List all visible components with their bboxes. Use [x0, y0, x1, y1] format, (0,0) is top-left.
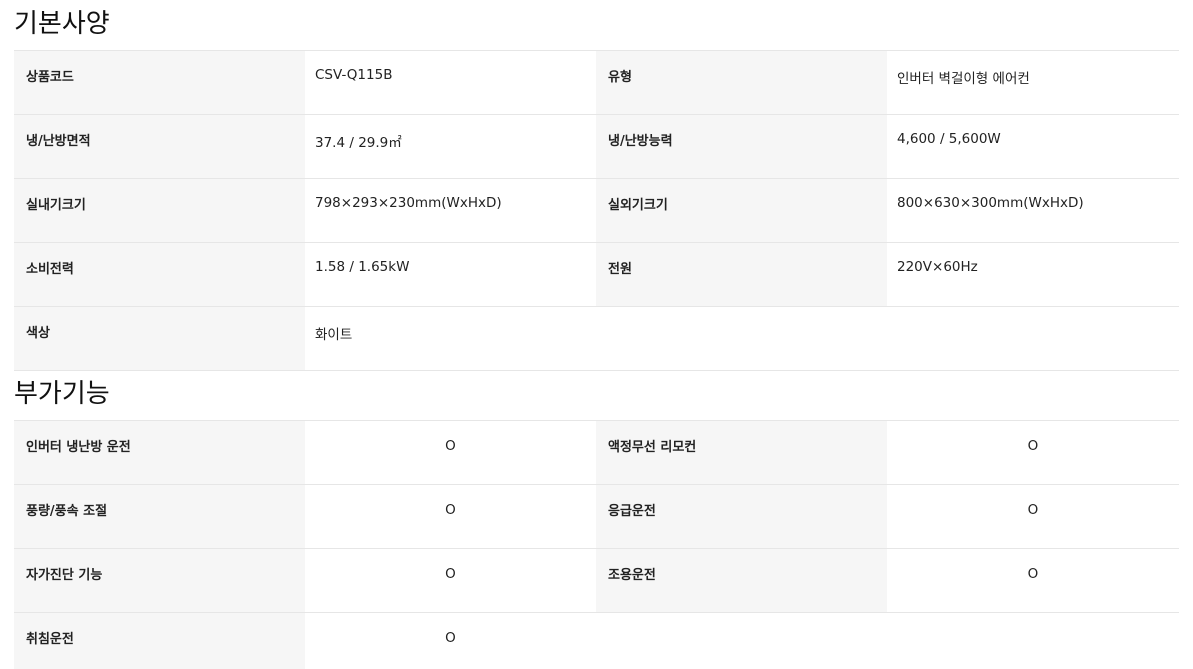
feature-value: O [305, 420, 596, 485]
empty-cell [887, 306, 1179, 371]
feature-label: 인버터 냉난방 운전 [14, 420, 305, 485]
table-row: 냉/난방면적 37.4 / 29.9㎡ 냉/난방능력 4,600 / 5,600… [14, 114, 1179, 179]
spec-value: 37.4 / 29.9㎡ [305, 114, 596, 179]
spec-value: 798×293×230mm(WxHxD) [305, 178, 596, 243]
spec-value: 1.58 / 1.65kW [305, 242, 596, 307]
spec-value: 4,600 / 5,600W [887, 114, 1179, 179]
table-row: 인버터 냉난방 운전 O 액정무선 리모컨 O [14, 420, 1179, 485]
table-row: 소비전력 1.58 / 1.65kW 전원 220V×60Hz [14, 242, 1179, 307]
spec-value: 인버터 벽걸이형 에어컨 [887, 50, 1179, 115]
spec-value: CSV-Q115B [305, 50, 596, 115]
feature-value: O [887, 484, 1179, 549]
feature-label: 풍량/풍속 조절 [14, 484, 305, 549]
spec-label: 색상 [14, 306, 305, 371]
empty-cell [887, 612, 1179, 669]
table-row: 풍량/풍속 조절 O 응급운전 O [14, 484, 1179, 549]
spec-label: 유형 [596, 50, 887, 115]
feature-label: 액정무선 리모컨 [596, 420, 887, 485]
basic-spec-title: 기본사양 [14, 9, 110, 39]
table-row: 자가진단 기능 O 조용운전 O [14, 548, 1179, 613]
feature-value: O [305, 612, 596, 669]
spec-label: 냉/난방능력 [596, 114, 887, 179]
spec-label: 실외기크기 [596, 178, 887, 243]
feature-label: 조용운전 [596, 548, 887, 613]
extra-features-table: 인버터 냉난방 운전 O 액정무선 리모컨 O 풍량/풍속 조절 O 응급운전 … [14, 420, 1179, 669]
feature-value: O [887, 548, 1179, 613]
feature-value: O [887, 420, 1179, 485]
spec-label: 실내기크기 [14, 178, 305, 243]
empty-cell [596, 306, 887, 371]
table-row: 실내기크기 798×293×230mm(WxHxD) 실외기크기 800×630… [14, 178, 1179, 243]
feature-label: 자가진단 기능 [14, 548, 305, 613]
feature-label: 취침운전 [14, 612, 305, 669]
extra-features-title: 부가기능 [14, 379, 110, 409]
feature-label: 응급운전 [596, 484, 887, 549]
spec-page: 기본사양 상품코드 CSV-Q115B 유형 인버터 벽걸이형 에어컨 냉/난방… [0, 0, 1193, 669]
table-row: 상품코드 CSV-Q115B 유형 인버터 벽걸이형 에어컨 [14, 50, 1179, 115]
feature-value: O [305, 484, 596, 549]
table-row: 취침운전 O [14, 612, 1179, 669]
table-row: 색상 화이트 [14, 306, 1179, 371]
spec-label: 전원 [596, 242, 887, 307]
spec-value: 800×630×300mm(WxHxD) [887, 178, 1179, 243]
feature-value: O [305, 548, 596, 613]
spec-label: 냉/난방면적 [14, 114, 305, 179]
spec-label: 상품코드 [14, 50, 305, 115]
spec-label: 소비전력 [14, 242, 305, 307]
spec-value: 화이트 [305, 306, 596, 371]
spec-value: 220V×60Hz [887, 242, 1179, 307]
basic-spec-table: 상품코드 CSV-Q115B 유형 인버터 벽걸이형 에어컨 냉/난방면적 37… [14, 50, 1179, 371]
empty-cell [596, 612, 887, 669]
